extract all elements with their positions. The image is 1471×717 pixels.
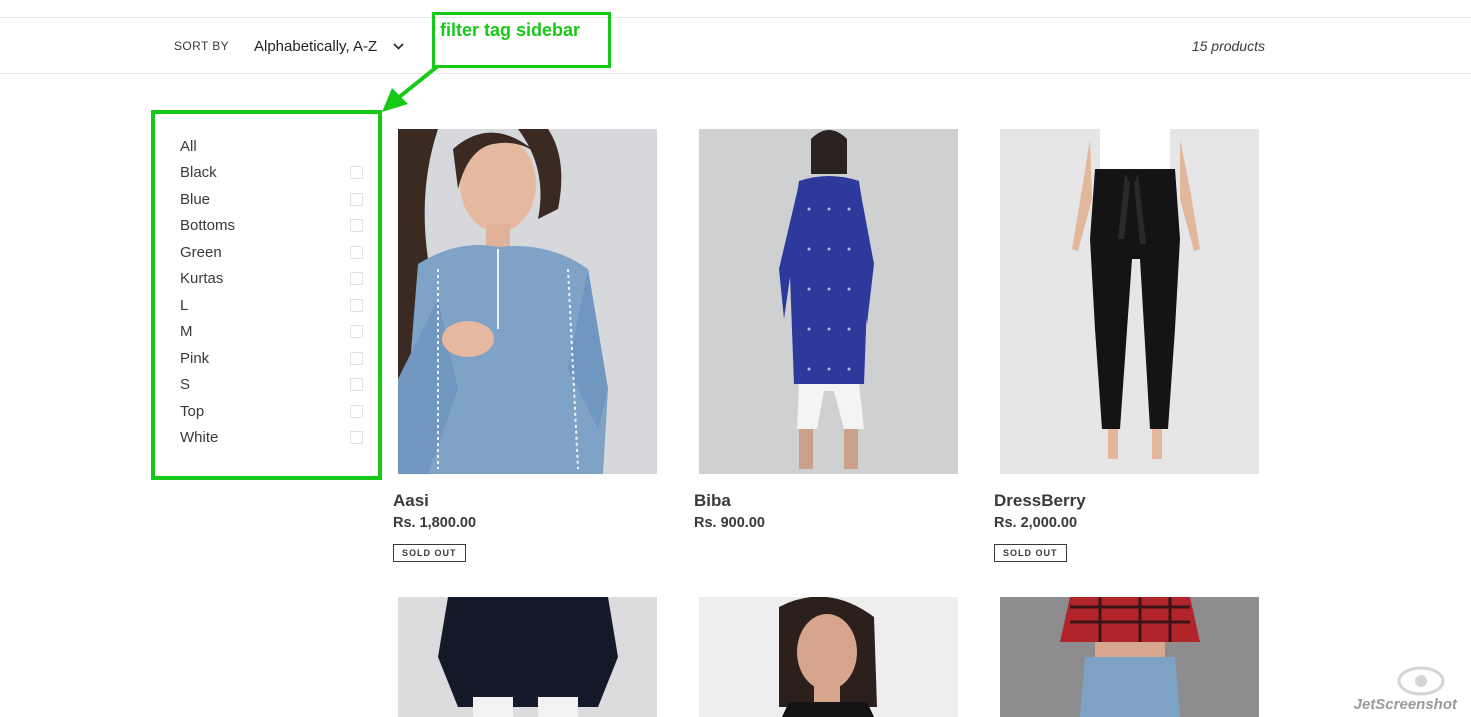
product-image-row2-3[interactable] [1000,597,1259,717]
product-price: Rs. 2,000.00 [994,515,1078,531]
tag-checkbox[interactable] [350,192,363,206]
product-title[interactable]: DressBerry [994,491,1086,511]
header-divider [0,17,1471,18]
tag-all[interactable]: All [180,133,365,160]
sold-out-badge: SOLD OUT [393,544,466,562]
tag-checkbox[interactable] [350,245,363,259]
tag-checkbox[interactable] [350,404,363,418]
tag-m[interactable]: M [180,319,365,346]
tag-checkbox[interactable] [350,351,363,365]
product-count: 15 products [1191,38,1265,54]
chevron-down-icon [393,42,404,50]
tag-label: Black [180,164,217,182]
tag-black[interactable]: Black [180,160,365,187]
tag-s[interactable]: S [180,372,365,399]
product-title[interactable]: Biba [694,491,731,511]
tag-blue[interactable]: Blue [180,186,365,213]
tag-label: Blue [180,190,211,208]
toolbar-divider [0,73,1471,74]
product-image-row2-2[interactable] [699,597,958,717]
tag-label: M [180,323,193,341]
tag-l[interactable]: L [180,292,365,319]
tag-label: Kurtas [180,270,224,288]
tag-label: Top [180,402,205,420]
tag-checkbox[interactable] [350,166,363,180]
tag-checkbox[interactable] [350,431,363,445]
sold-out-badge: SOLD OUT [994,544,1067,562]
watermark-logo-icon [1397,666,1445,696]
sort-select-value: Alphabetically, A-Z [254,37,378,55]
tag-label: L [180,296,189,314]
product-image-biba[interactable] [699,129,958,474]
tag-label: White [180,429,219,447]
tag-label: Bottoms [180,217,236,235]
tag-green[interactable]: Green [180,239,365,266]
product-image-aasi[interactable] [398,129,657,474]
tag-bottoms[interactable]: Bottoms [180,213,365,240]
tag-label: Green [180,243,222,261]
tag-checkbox[interactable] [350,272,363,286]
sort-by-label: SORT BY [174,39,230,53]
watermark-text: JetScreenshot [1353,696,1457,713]
annotation-arrow-icon [382,64,440,112]
tag-label: All [180,137,197,155]
product-title[interactable]: Aasi [393,491,429,511]
tag-checkbox[interactable] [350,298,363,312]
product-image-row2-1[interactable] [398,597,657,717]
product-price: Rs. 900.00 [694,515,765,531]
tag-top[interactable]: Top [180,398,365,425]
tag-label: Pink [180,349,210,367]
tag-checkbox[interactable] [350,219,363,233]
tag-label: S [180,376,191,394]
tag-pink[interactable]: Pink [180,345,365,372]
filter-tag-sidebar: All Black Blue Bottoms Green Kurtas L M … [180,133,365,451]
tag-checkbox[interactable] [350,325,363,339]
product-image-dressberry[interactable] [1000,129,1259,474]
sort-select[interactable]: Alphabetically, A-Z [254,36,404,56]
tag-checkbox[interactable] [350,378,363,392]
product-price: Rs. 1,800.00 [393,515,477,531]
tag-kurtas[interactable]: Kurtas [180,266,365,293]
annotation-label: filter tag sidebar [440,20,581,40]
tag-white[interactable]: White [180,425,365,452]
